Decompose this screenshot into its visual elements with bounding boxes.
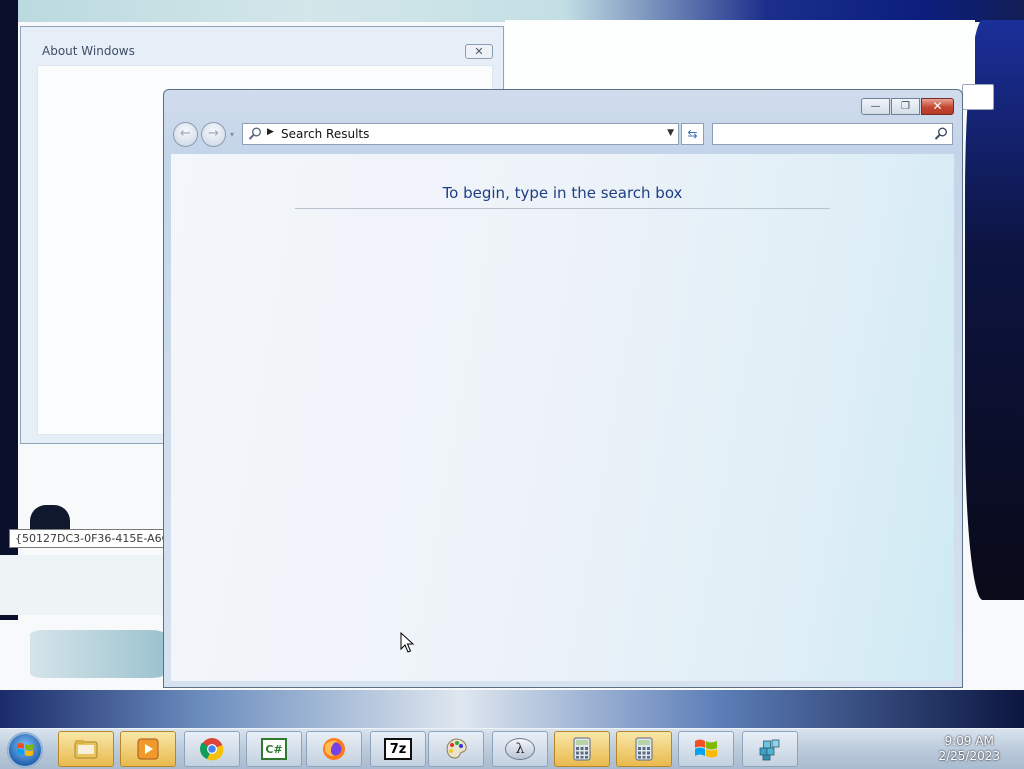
taskbar-explorer[interactable] bbox=[58, 731, 114, 767]
taskbar-lambda-app[interactable]: λ bbox=[492, 731, 548, 767]
wallpaper-band bbox=[0, 0, 1024, 22]
recent-pages-dropdown[interactable]: ▾ bbox=[230, 130, 234, 139]
taskbar-calculator-1[interactable] bbox=[554, 731, 610, 767]
chrome-icon bbox=[200, 738, 224, 761]
about-close-button[interactable]: ✕ bbox=[465, 44, 493, 59]
mouse-cursor-icon bbox=[400, 632, 414, 653]
clock-date: 2/25/2023 bbox=[938, 749, 1000, 763]
refresh-button[interactable]: ⇆ bbox=[681, 123, 704, 145]
calculator-icon bbox=[635, 737, 653, 761]
taskbar: C# 7z λ 9:09 AM 2/25/2023 bbox=[0, 728, 1024, 769]
window-controls: — ❐ ✕ bbox=[860, 98, 954, 115]
close-button[interactable]: ✕ bbox=[921, 98, 954, 115]
7zip-icon: 7z bbox=[384, 738, 412, 760]
7zip-label: 7z bbox=[389, 742, 407, 757]
wallpaper-band bbox=[0, 690, 1024, 730]
registry-cubes-icon bbox=[759, 739, 780, 761]
results-pane: To begin, type in the search box bbox=[171, 154, 954, 681]
start-button[interactable] bbox=[7, 732, 43, 768]
wallpaper-patch bbox=[30, 630, 165, 678]
minimize-button[interactable]: — bbox=[861, 98, 890, 115]
wallpaper-patch bbox=[505, 20, 975, 90]
system-clock[interactable]: 9:09 AM 2/25/2023 bbox=[938, 734, 1000, 764]
taskbar-paint[interactable] bbox=[428, 731, 484, 767]
back-button[interactable]: ← bbox=[173, 122, 198, 147]
search-icon[interactable] bbox=[933, 126, 949, 142]
address-bar[interactable]: ▶ Search Results ▼ bbox=[242, 123, 679, 145]
lambda-label: λ bbox=[515, 741, 525, 757]
folder-icon bbox=[74, 740, 98, 759]
windows-flag-icon bbox=[695, 739, 717, 758]
taskbar-firefox[interactable] bbox=[306, 731, 362, 767]
search-box[interactable] bbox=[712, 123, 953, 145]
about-titlebar: About Windows ✕ bbox=[21, 27, 503, 59]
address-dropdown-icon[interactable]: ▼ bbox=[667, 128, 674, 138]
taskbar-calculator-2[interactable] bbox=[616, 731, 672, 767]
guid-tooltip: {50127DC3-0F36-415E-A6CC bbox=[9, 529, 169, 548]
wallpaper-patch bbox=[0, 555, 163, 615]
forward-button[interactable]: → bbox=[201, 122, 226, 147]
empty-search-hint: To begin, type in the search box bbox=[442, 184, 683, 202]
search-results-window: — ❐ ✕ ← → ▾ ▶ Search Results ▼ ⇆ To begi… bbox=[163, 89, 963, 688]
csharp-icon: C# bbox=[261, 738, 287, 760]
breadcrumb-search-results[interactable]: Search Results bbox=[281, 127, 369, 141]
csharp-label: C# bbox=[265, 743, 283, 756]
firefox-icon bbox=[323, 738, 345, 760]
calculator-icon bbox=[573, 737, 591, 761]
paint-palette-icon bbox=[446, 738, 467, 759]
lambda-icon: λ bbox=[505, 738, 535, 760]
taskbar-media-player[interactable] bbox=[120, 731, 176, 767]
taskbar-csharp[interactable]: C# bbox=[246, 731, 302, 767]
breadcrumb-arrow-icon[interactable]: ▶ bbox=[267, 127, 274, 137]
background-search-button bbox=[962, 84, 994, 110]
search-icon bbox=[248, 127, 261, 140]
hint-divider bbox=[295, 208, 830, 209]
maximize-button[interactable]: ❐ bbox=[891, 98, 920, 115]
taskbar-windows-app[interactable] bbox=[678, 731, 734, 767]
taskbar-registry-editor[interactable] bbox=[742, 731, 798, 767]
taskbar-chrome[interactable] bbox=[184, 731, 240, 767]
clock-time: 9:09 AM bbox=[944, 734, 994, 748]
media-player-icon bbox=[137, 738, 159, 760]
about-window-title: About Windows bbox=[42, 44, 135, 58]
search-input[interactable] bbox=[717, 126, 930, 140]
windows-start-orb-icon bbox=[17, 743, 33, 756]
wallpaper-strip bbox=[0, 0, 18, 620]
taskbar-7zip[interactable]: 7z bbox=[370, 731, 426, 767]
